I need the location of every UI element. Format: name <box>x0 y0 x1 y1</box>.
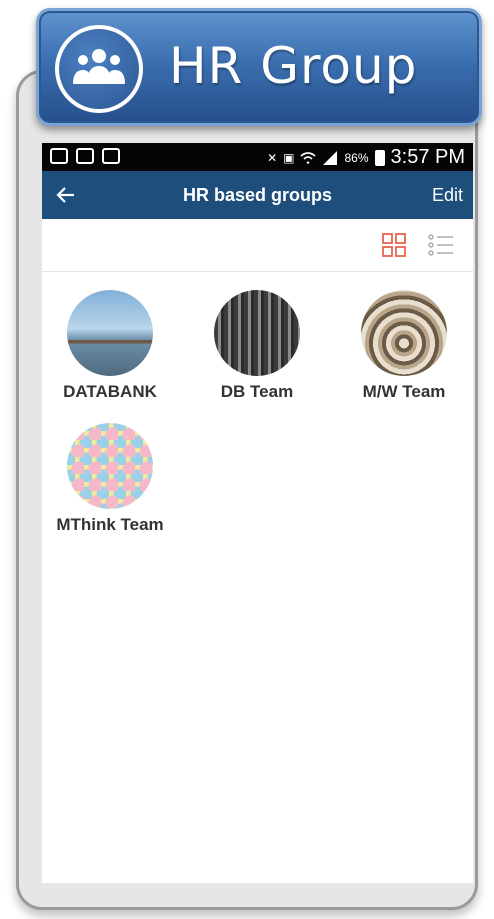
notification-icon <box>50 148 68 164</box>
group-avatar[interactable] <box>361 290 447 376</box>
group-name: DATABANK <box>63 382 157 401</box>
group-name: MThink Team <box>56 515 164 534</box>
group-item-mw-team[interactable]: M/W Team <box>344 290 464 402</box>
wifi-icon <box>300 151 317 164</box>
grid-view-icon[interactable] <box>382 233 406 257</box>
list-view-icon[interactable] <box>428 233 454 257</box>
battery-percent: 86% <box>344 150 369 165</box>
group-item-databank[interactable]: DATABANK <box>50 290 170 402</box>
group-item-db-team[interactable]: DB Team <box>197 290 317 402</box>
edit-button[interactable]: Edit <box>432 185 463 206</box>
image-icon <box>76 148 94 164</box>
nfc-icon: ▣ <box>283 150 295 165</box>
header-banner: HR Group <box>36 8 482 126</box>
group-avatar[interactable] <box>214 290 300 376</box>
clock: 3:57 PM <box>390 146 465 168</box>
banner-title: HR Group <box>169 37 418 95</box>
clipboard-icon <box>102 148 120 164</box>
group-avatar[interactable] <box>67 423 153 509</box>
page-title: HR based groups <box>182 185 333 205</box>
group-item-mthink-team[interactable]: MThink Team <box>50 423 170 535</box>
view-toggle-bar <box>42 219 473 272</box>
app-bar: HR based groups Edit <box>42 171 473 219</box>
group-avatar[interactable] <box>67 290 153 376</box>
group-name: M/W Team <box>362 382 446 401</box>
signal-icon <box>323 150 338 165</box>
phone-screen: ✕ ▣ 86% 3:57 PM HR based groups Edit DAT… <box>42 143 473 883</box>
group-name: DB Team <box>220 382 294 401</box>
battery-icon <box>374 149 385 166</box>
mute-icon: ✕ <box>267 150 278 165</box>
people-group-icon <box>55 25 143 113</box>
status-bar: ✕ ▣ 86% 3:57 PM <box>42 143 473 171</box>
